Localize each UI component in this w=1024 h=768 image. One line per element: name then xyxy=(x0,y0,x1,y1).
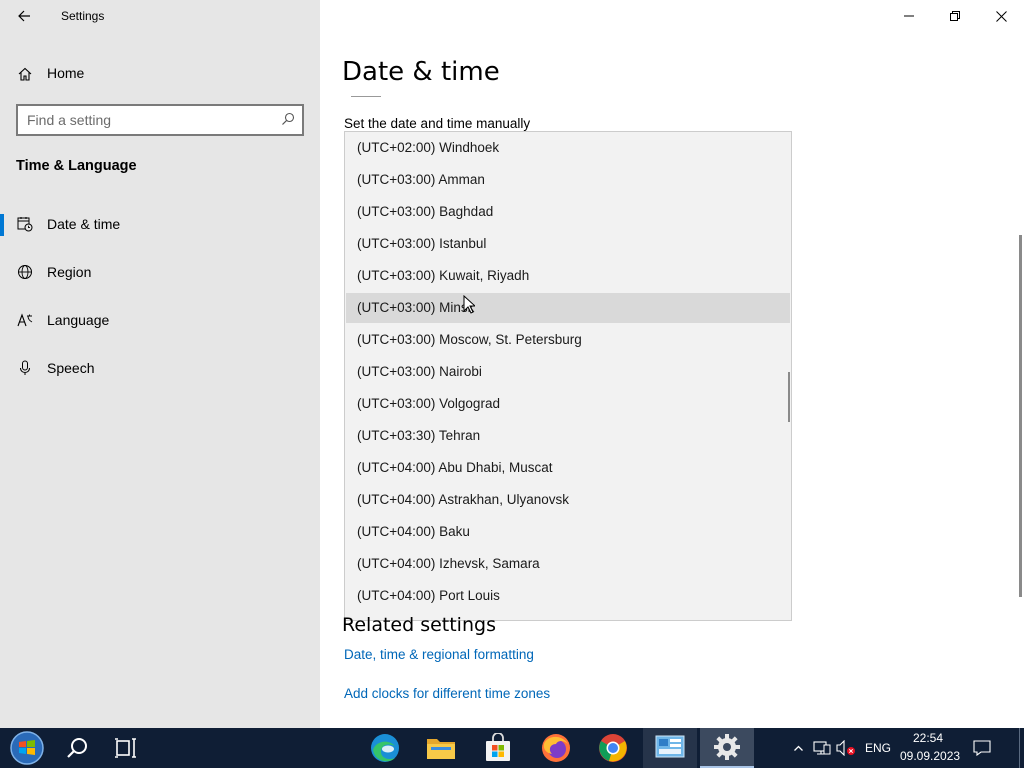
search-input[interactable]: Find a setting xyxy=(16,104,304,136)
timezone-option[interactable]: (UTC+03:00) Istanbul xyxy=(346,229,790,259)
manual-time-label: Set the date and time manually xyxy=(344,116,531,131)
nav-item-region[interactable]: Region xyxy=(0,253,320,293)
timezone-option[interactable]: (UTC+03:00) Volgograd xyxy=(346,389,790,419)
timezone-option-hovered[interactable]: (UTC+03:00) Minsk xyxy=(346,293,790,323)
control-panel-icon xyxy=(655,735,685,758)
action-center-button[interactable] xyxy=(968,728,996,768)
taskbar-app-chrome[interactable] xyxy=(590,728,636,768)
chevron-up-icon xyxy=(793,745,803,751)
home-icon xyxy=(18,67,32,81)
close-icon xyxy=(995,10,1007,22)
timezone-option[interactable]: (UTC+04:00) Abu Dhabi, Muscat xyxy=(346,453,790,483)
volume-muted-icon xyxy=(836,740,855,756)
calendar-clock-icon xyxy=(17,217,33,232)
language-icon xyxy=(17,313,33,327)
close-button[interactable] xyxy=(978,0,1024,32)
timezone-option[interactable]: (UTC+03:00) Nairobi xyxy=(346,357,790,387)
nav-home[interactable]: Home xyxy=(0,58,320,90)
windows-orb-icon xyxy=(10,731,44,765)
nav-item-speech[interactable]: Speech xyxy=(0,349,320,389)
network-icon xyxy=(813,741,831,755)
edge-icon xyxy=(371,734,399,762)
clock-time[interactable]: 22:54 xyxy=(913,731,943,745)
nav-item-label: Speech xyxy=(47,360,95,376)
timezone-option[interactable]: (UTC+04:00) Port Louis xyxy=(346,581,790,611)
timezone-dropdown-list[interactable]: (UTC+02:00) Windhoek (UTC+03:00) Amman (… xyxy=(344,131,792,621)
task-view-icon xyxy=(115,738,136,758)
link-regional-formatting[interactable]: Date, time & regional formatting xyxy=(344,647,534,662)
page-scrollbar[interactable] xyxy=(1019,235,1022,597)
page-title: Date & time xyxy=(342,57,500,87)
mouse-cursor-icon xyxy=(463,295,475,314)
related-settings-title: Related settings xyxy=(342,614,496,636)
search-icon xyxy=(67,738,87,758)
globe-icon xyxy=(18,265,32,279)
nav-item-date-time[interactable]: Date & time xyxy=(0,205,320,245)
restore-icon xyxy=(950,11,960,21)
taskbar-app-store[interactable] xyxy=(475,728,521,768)
timezone-option[interactable]: (UTC+03:00) Kuwait, Riyadh xyxy=(346,261,790,291)
nav-item-label: Date & time xyxy=(47,216,121,232)
timezone-option[interactable]: (UTC+03:30) Tehran xyxy=(346,421,790,451)
nav-item-label: Region xyxy=(47,264,92,280)
app-title: Settings xyxy=(61,9,105,23)
taskbar: ENG 22:54 09.09.2023 xyxy=(0,728,1024,768)
search-placeholder: Find a setting xyxy=(27,112,112,128)
clock-date[interactable]: 09.09.2023 xyxy=(900,749,960,763)
input-language-indicator[interactable]: ENG xyxy=(865,741,891,755)
microphone-icon xyxy=(20,360,30,375)
start-button[interactable] xyxy=(2,728,52,768)
nav-item-language[interactable]: Language xyxy=(0,301,320,341)
store-bag-icon xyxy=(486,733,510,761)
taskbar-app-edge[interactable] xyxy=(362,728,408,768)
timezone-option[interactable]: (UTC+04:00) Astrakhan, Ulyanovsk xyxy=(346,485,790,515)
nav-home-label: Home xyxy=(47,65,85,81)
back-button[interactable] xyxy=(6,4,42,28)
folder-icon xyxy=(427,739,455,759)
taskbar-app-control-panel[interactable] xyxy=(643,728,697,768)
navigation-pane: Settings Home Find a setting Time & Lang… xyxy=(0,0,320,728)
restore-button[interactable] xyxy=(932,0,978,32)
taskbar-app-settings[interactable] xyxy=(700,728,754,768)
tray-volume-button[interactable] xyxy=(834,728,858,768)
nav-item-label: Language xyxy=(47,312,110,328)
search-icon[interactable] xyxy=(281,112,295,126)
task-view-button[interactable] xyxy=(103,728,149,768)
link-add-clocks[interactable]: Add clocks for different time zones xyxy=(344,686,550,701)
timezone-option[interactable]: (UTC+04:00) Izhevsk, Samara xyxy=(346,549,790,579)
taskbar-app-file-explorer[interactable] xyxy=(418,728,464,768)
back-arrow-icon xyxy=(18,10,30,22)
taskbar-search-button[interactable] xyxy=(55,728,101,768)
timezone-option[interactable]: (UTC+03:00) Baghdad xyxy=(346,197,790,227)
section-title: Time & Language xyxy=(16,158,137,174)
gear-icon xyxy=(714,734,740,760)
timezone-option[interactable]: (UTC+02:00) Windhoek xyxy=(346,133,790,163)
timezone-option[interactable]: (UTC+03:00) Moscow, St. Petersburg xyxy=(346,325,790,355)
taskbar-app-firefox[interactable] xyxy=(533,728,579,768)
tray-overflow-button[interactable] xyxy=(788,728,808,768)
show-desktop-button[interactable] xyxy=(1019,728,1020,768)
title-divider xyxy=(351,96,381,97)
minimize-button[interactable] xyxy=(886,0,932,32)
chrome-icon xyxy=(599,734,627,762)
firefox-icon xyxy=(542,734,570,762)
notification-icon xyxy=(973,740,991,756)
dropdown-scrollbar[interactable] xyxy=(788,372,790,422)
minimize-icon xyxy=(904,15,914,17)
timezone-option[interactable]: (UTC+04:00) Baku xyxy=(346,517,790,547)
timezone-option[interactable]: (UTC+03:00) Amman xyxy=(346,165,790,195)
tray-network-button[interactable] xyxy=(811,728,833,768)
